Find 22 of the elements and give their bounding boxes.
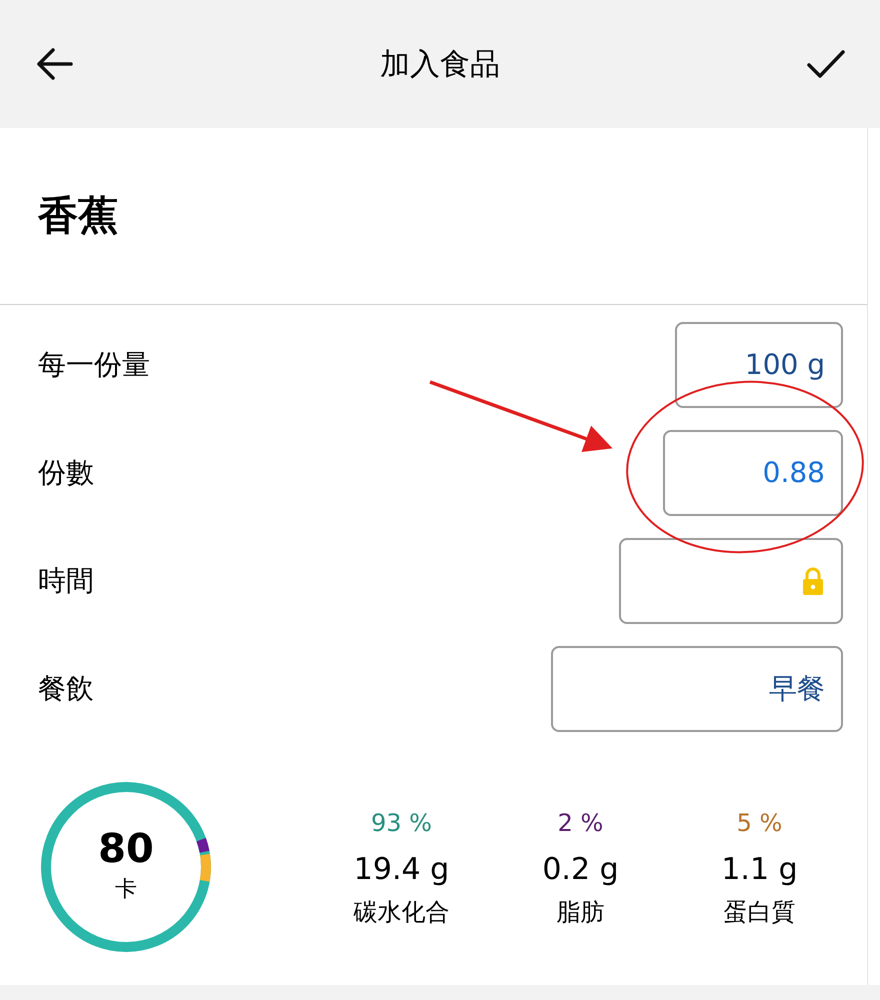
input-field[interactable]: 100 g <box>675 322 843 408</box>
input-field[interactable]: 0.88 <box>663 430 843 516</box>
input-field[interactable]: 早餐 <box>551 646 843 732</box>
field-label: 份數 <box>38 455 94 491</box>
macro-name: 蛋白質 <box>724 896 796 928</box>
macro-amount: 0.2 g <box>542 850 619 888</box>
field-label: 每一份量 <box>38 347 150 383</box>
macro-name: 脂肪 <box>556 896 604 928</box>
macro-amount: 19.4 g <box>354 850 450 888</box>
macro-name: 碳水化合 <box>354 896 450 928</box>
page-title: 加入食品 <box>380 46 500 84</box>
field-label: 時間 <box>38 563 94 599</box>
macro-percent: 93 % <box>371 808 432 838</box>
macro-percent: 5 % <box>736 808 782 838</box>
field-label: 餐飲 <box>38 671 94 707</box>
calorie-unit: 卡 <box>115 876 137 904</box>
lock-icon <box>801 566 825 596</box>
input-field[interactable] <box>619 538 843 624</box>
calorie-value: 80 <box>98 828 154 868</box>
macro-amount: 1.1 g <box>721 850 798 888</box>
food-name: 香蕉 <box>38 192 118 241</box>
macro-percent: 2 % <box>558 808 604 838</box>
